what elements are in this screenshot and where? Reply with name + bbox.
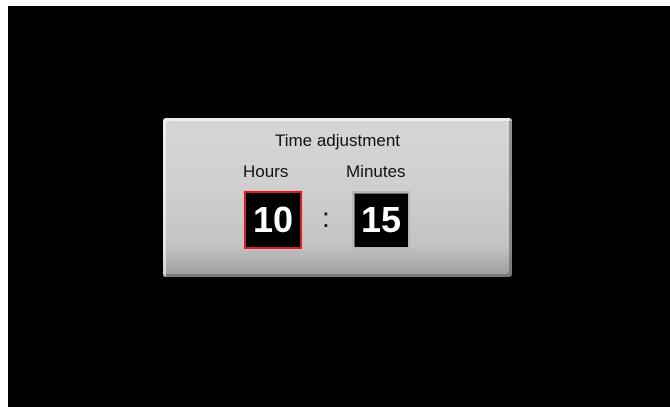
panel-title: Time adjustment	[274, 131, 401, 150]
minutes-field[interactable]: 15	[352, 191, 410, 249]
hours-field[interactable]: 10	[244, 191, 302, 249]
minutes-label: Minutes	[346, 162, 406, 181]
screen-background: Time adjustment Hours Minutes 10 : 15	[8, 6, 670, 407]
hours-label: Hours	[243, 162, 289, 181]
time-adjustment-panel: Time adjustment Hours Minutes 10 : 15	[163, 118, 512, 277]
time-separator: :	[322, 202, 330, 233]
